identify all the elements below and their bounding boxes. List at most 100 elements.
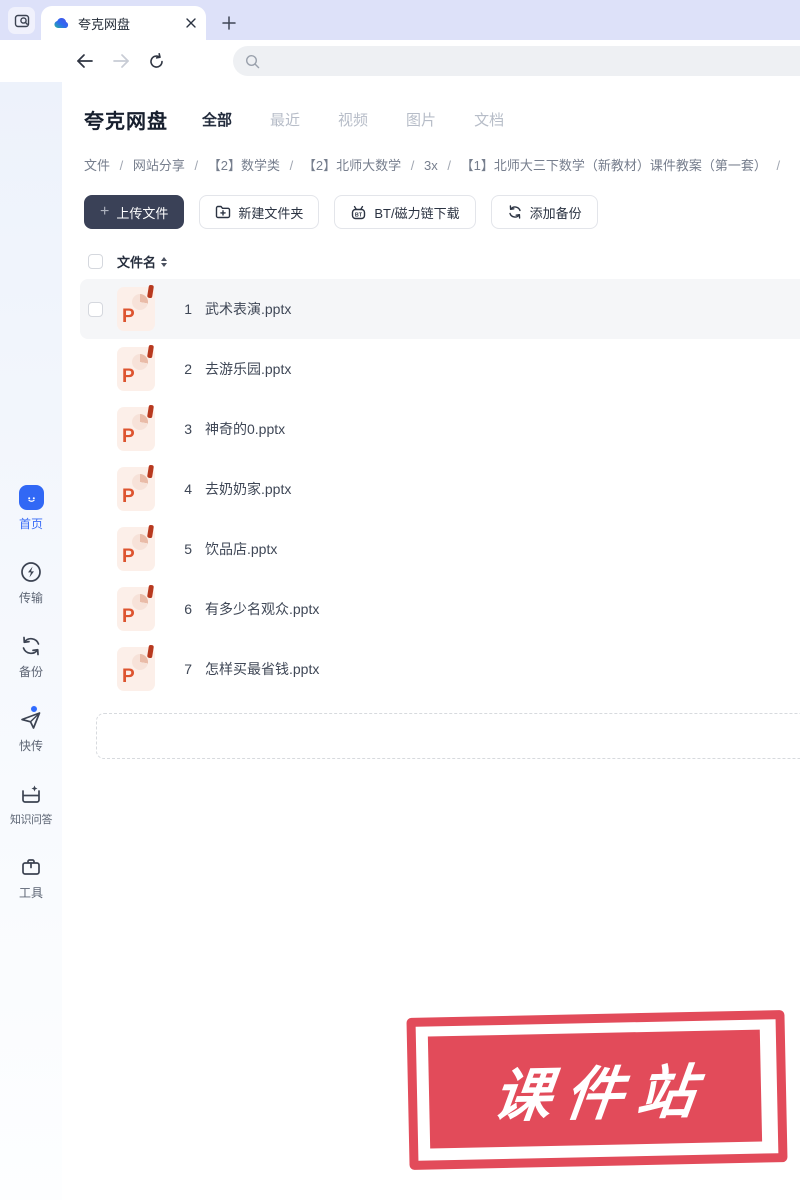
bt-download-icon: BT xyxy=(352,205,366,219)
folder-plus-icon xyxy=(216,205,231,219)
tab-image[interactable]: 图片 xyxy=(406,109,436,130)
new-folder-label: 新建文件夹 xyxy=(238,205,304,221)
sidebar-item-fast-send[interactable]: 快传 xyxy=(18,705,44,754)
file-index: 7 xyxy=(184,661,192,677)
sidebar-item-transfer[interactable]: 传输 xyxy=(19,560,43,606)
plus-icon: + xyxy=(100,203,110,220)
breadcrumb: 文件 / 网站分享 / 【2】数学类 / 【2】北师大数学 / 3x / 【1】… xyxy=(84,155,800,174)
stamp-border xyxy=(406,1010,788,1170)
breadcrumb-separator: / xyxy=(410,158,415,173)
breadcrumb-separator: / xyxy=(447,158,451,173)
breadcrumb-separator: / xyxy=(289,158,294,173)
breadcrumb-separator: / xyxy=(119,158,124,173)
file-row[interactable]: P 5 饮品店.pptx xyxy=(84,519,800,579)
file-index: 1 xyxy=(184,301,192,317)
upload-drop-zone[interactable] xyxy=(96,713,800,759)
file-name: 神奇的0.pptx xyxy=(205,421,286,437)
file-index: 5 xyxy=(184,541,192,557)
file-index: 2 xyxy=(184,361,192,377)
upload-file-button[interactable]: + 上传文件 xyxy=(84,195,185,229)
tab-search-icon xyxy=(14,14,29,27)
quark-logo-icon xyxy=(54,17,69,28)
sidebar-item-tools[interactable]: 工具 xyxy=(19,855,43,901)
file-index: 6 xyxy=(184,601,192,617)
file-name: 去游乐园.pptx xyxy=(205,361,292,377)
file-row[interactable]: P 2 去游乐园.pptx xyxy=(84,339,800,399)
sidebar-item-home[interactable]: 首页 xyxy=(18,485,44,532)
breadcrumb-item[interactable]: 【2】数学类 xyxy=(208,158,280,173)
refresh-button[interactable] xyxy=(148,52,165,70)
notification-badge xyxy=(29,705,38,713)
file-name: 去奶奶家.pptx xyxy=(205,481,292,497)
new-folder-button[interactable]: 新建文件夹 xyxy=(199,195,320,229)
row-checkbox[interactable] xyxy=(88,301,103,317)
tab-video[interactable]: 视频 xyxy=(338,109,368,130)
new-tab-button[interactable] xyxy=(222,16,236,30)
file-row[interactable]: P 7 怎样买最省钱.pptx xyxy=(84,639,800,699)
sidebar-item-label: 工具 xyxy=(18,886,43,900)
breadcrumb-item[interactable]: 网站分享 xyxy=(133,158,185,173)
browser-tab[interactable]: 夸克网盘 xyxy=(41,6,206,40)
sidebar-item-knowledge-qa[interactable]: 知识问答 xyxy=(10,782,53,827)
add-backup-button[interactable]: 添加备份 xyxy=(490,195,598,229)
bt-download-label: BT/磁力链下载 xyxy=(374,205,460,221)
file-row[interactable]: P 1 武术表演.pptx xyxy=(80,279,800,339)
breadcrumb-item[interactable]: 文件 xyxy=(84,158,110,173)
knowledge-box-icon xyxy=(19,782,43,806)
toolbox-icon xyxy=(19,855,43,879)
ppt-file-icon: P xyxy=(117,404,155,451)
stamp-text: 课件站 xyxy=(489,1059,714,1130)
forward-button[interactable] xyxy=(112,53,130,69)
file-name: 饮品店.pptx xyxy=(205,541,278,557)
sidebar: 首页 传输 备份 快传 知识问答 工具 xyxy=(0,82,62,1200)
file-index: 3 xyxy=(184,421,192,437)
file-index: 4 xyxy=(184,481,192,497)
breadcrumb-item[interactable]: 【2】北师大数学 xyxy=(303,158,401,173)
breadcrumb-separator: / xyxy=(194,158,199,173)
upload-file-label: 上传文件 xyxy=(116,205,169,221)
workspace-search-button[interactable] xyxy=(8,7,35,34)
stamp-background: 课件站 xyxy=(427,1029,763,1149)
address-search-bar[interactable] xyxy=(233,46,800,76)
tab-close-icon[interactable] xyxy=(186,18,196,28)
search-input[interactable] xyxy=(268,46,800,76)
file-row[interactable]: P 6 有多少名观众.pptx xyxy=(84,579,800,639)
action-bar: + 上传文件 新建文件夹 BT BT/磁力链下载 添加备份 xyxy=(84,195,800,229)
ppt-file-icon: P xyxy=(117,524,155,571)
tab-recent[interactable]: 最近 xyxy=(270,109,300,130)
sidebar-item-backup[interactable]: 备份 xyxy=(19,634,43,680)
sidebar-item-label: 快传 xyxy=(18,739,43,753)
backup-sync-icon xyxy=(19,634,43,658)
sort-icon[interactable] xyxy=(161,256,168,267)
watermark-stamp: 课件站 xyxy=(406,1010,788,1170)
breadcrumb-item[interactable]: 3x xyxy=(424,158,438,173)
breadcrumb-separator: / xyxy=(776,158,781,173)
select-all-checkbox[interactable] xyxy=(88,254,103,269)
sidebar-item-label: 首页 xyxy=(18,517,43,531)
file-row[interactable]: P 4 去奶奶家.pptx xyxy=(84,459,800,519)
ppt-file-icon: P xyxy=(117,284,155,331)
filter-tabs: 全部 最近 视频 图片 文档 xyxy=(202,109,504,130)
column-header-filename: 文件名 xyxy=(117,255,157,270)
bt-magnet-download-button[interactable]: BT BT/磁力链下载 xyxy=(334,195,476,229)
file-name: 武术表演.pptx xyxy=(205,301,292,317)
main-content: 夸克网盘 全部 最近 视频 图片 文档 文件 / 网站分享 / 【2】数学类 /… xyxy=(62,105,800,759)
sidebar-item-label: 传输 xyxy=(18,591,43,605)
tab-all[interactable]: 全部 xyxy=(202,109,232,130)
search-icon xyxy=(245,54,260,68)
file-row[interactable]: P 3 神奇的0.pptx xyxy=(84,399,800,459)
sidebar-item-label: 知识问答 xyxy=(10,814,53,826)
file-name: 有多少名观众.pptx xyxy=(205,601,320,617)
tab-document[interactable]: 文档 xyxy=(474,109,504,130)
breadcrumb-item[interactable]: 【1】北师大三下数学（新教材）课件教案（第一套） xyxy=(461,158,767,173)
ppt-file-icon: P xyxy=(117,464,155,511)
ppt-file-icon: P xyxy=(117,344,155,391)
ppt-file-icon: P xyxy=(117,644,155,691)
back-button[interactable] xyxy=(76,53,94,69)
svg-text:BT: BT xyxy=(355,212,363,218)
sync-arrows-icon xyxy=(508,205,521,219)
file-list: P 1 武术表演.pptx P 2 去游乐园.pptx P 3 神奇的0.ppt… xyxy=(80,279,800,699)
browser-tab-strip: 夸克网盘 xyxy=(0,0,800,40)
sidebar-item-label: 备份 xyxy=(18,665,43,679)
transfer-icon xyxy=(19,560,43,584)
